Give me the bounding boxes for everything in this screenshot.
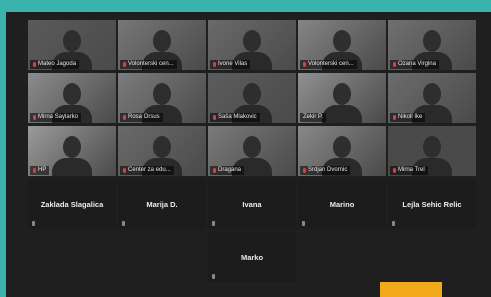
participant-head — [243, 136, 261, 158]
participant-name: Ivana — [242, 199, 262, 209]
orange-accent-bar — [380, 282, 442, 297]
mic-muted-icon — [213, 115, 216, 120]
participant-name: Lejla Sehic Relic — [402, 199, 462, 209]
participant-tile[interactable]: Srdjan Dvornic — [298, 126, 386, 176]
participant-tile[interactable]: Saša Mlakovic — [208, 73, 296, 123]
name-only-tile[interactable]: Marija D. — [118, 179, 206, 229]
participant-head — [333, 30, 351, 52]
participant-head — [243, 83, 261, 105]
participant-head — [153, 83, 171, 105]
participant-tile[interactable]: Center za edu... — [118, 126, 206, 176]
mic-muted-icon — [213, 62, 216, 67]
participant-head — [333, 83, 351, 105]
participant-label: Rosa Orsus — [120, 113, 163, 122]
participant-name: Marko — [240, 252, 264, 262]
mic-muted-icon — [303, 62, 306, 67]
participant-head — [153, 136, 171, 158]
name-only-tile[interactable]: Marino — [298, 179, 386, 229]
participant-tile[interactable]: Dragana — [208, 126, 296, 176]
participant-tile[interactable]: HP — [28, 126, 116, 176]
mic-muted-icon — [303, 168, 306, 173]
participant-label: Saša Mlakovic — [210, 113, 260, 122]
participant-tile[interactable]: Ivone Vilas — [208, 20, 296, 70]
video-conference-window: Mateo Jagoda Volonterski cen... Ivone Vi… — [6, 12, 491, 297]
participant-tile[interactable]: Volonterski cen... — [298, 20, 386, 70]
mic-muted-icon — [33, 115, 36, 120]
mic-muted-icon — [33, 62, 36, 67]
participant-head — [423, 83, 441, 105]
mic-icon — [122, 221, 125, 226]
participant-head — [63, 30, 81, 52]
participant-label: HP — [30, 166, 50, 175]
participant-label: Mirna Trel — [390, 166, 428, 175]
participant-tile[interactable]: Volonterski cen... — [118, 20, 206, 70]
participant-tile[interactable]: Rosa Orsus — [118, 73, 206, 123]
mic-icon — [392, 221, 395, 226]
mic-muted-icon — [123, 168, 126, 173]
participant-label: Ivone Vilas — [210, 60, 251, 69]
participant-body — [322, 105, 362, 123]
mic-icon — [32, 221, 35, 226]
participant-label: Center za edu... — [120, 166, 174, 175]
participant-grid: Mateo Jagoda Volonterski cen... Ivone Vi… — [28, 20, 491, 282]
participant-tile[interactable]: Nikoll Ike — [388, 73, 476, 123]
participant-label: Ozana Virgina — [390, 60, 439, 69]
mic-muted-icon — [393, 62, 396, 67]
participant-body — [52, 158, 92, 176]
top-teal-band — [0, 0, 491, 12]
mic-muted-icon — [123, 115, 126, 120]
participant-head — [243, 30, 261, 52]
participant-tile[interactable]: Mirna Saylarko — [28, 73, 116, 123]
participant-tile[interactable]: Ozana Virgina — [388, 20, 476, 70]
mic-muted-icon — [33, 168, 36, 173]
mic-muted-icon — [393, 115, 396, 120]
participant-tile[interactable]: Mateo Jagoda — [28, 20, 116, 70]
grid-spacer — [28, 232, 116, 282]
participant-label: Volonterski cen... — [300, 60, 357, 69]
participant-label: Volonterski cen... — [120, 60, 177, 69]
participant-label: Mateo Jagoda — [30, 60, 80, 69]
name-only-tile[interactable]: Marko — [208, 232, 296, 282]
participant-head — [63, 136, 81, 158]
participant-head — [423, 30, 441, 52]
participant-head — [423, 136, 441, 158]
participant-head — [63, 83, 81, 105]
participant-label: Mirna Saylarko — [30, 113, 82, 122]
grid-spacer — [118, 232, 206, 282]
participant-name: Marino — [329, 199, 355, 209]
mic-icon — [212, 221, 215, 226]
participant-head — [333, 136, 351, 158]
name-only-tile[interactable]: Lejla Sehic Relic — [388, 179, 476, 229]
participant-name: Zaklada Slagalica — [40, 199, 104, 209]
participant-tile[interactable]: Mirna Trel — [388, 126, 476, 176]
active-speaker-tile[interactable]: Zekir P. — [298, 73, 386, 123]
mic-muted-icon — [123, 62, 126, 67]
participant-label: Zekir P. — [300, 113, 326, 122]
mic-muted-icon — [213, 168, 216, 173]
participant-head — [153, 30, 171, 52]
participant-label: Srdjan Dvornic — [300, 166, 351, 175]
participant-label: Dragana — [210, 166, 245, 175]
mic-muted-icon — [393, 168, 396, 173]
participant-name: Marija D. — [146, 199, 178, 209]
mic-icon — [302, 221, 305, 226]
name-only-tile[interactable]: Ivana — [208, 179, 296, 229]
participant-label: Nikoll Ike — [390, 113, 426, 122]
name-only-tile[interactable]: Zaklada Slagalica — [28, 179, 116, 229]
mic-icon — [212, 274, 215, 279]
